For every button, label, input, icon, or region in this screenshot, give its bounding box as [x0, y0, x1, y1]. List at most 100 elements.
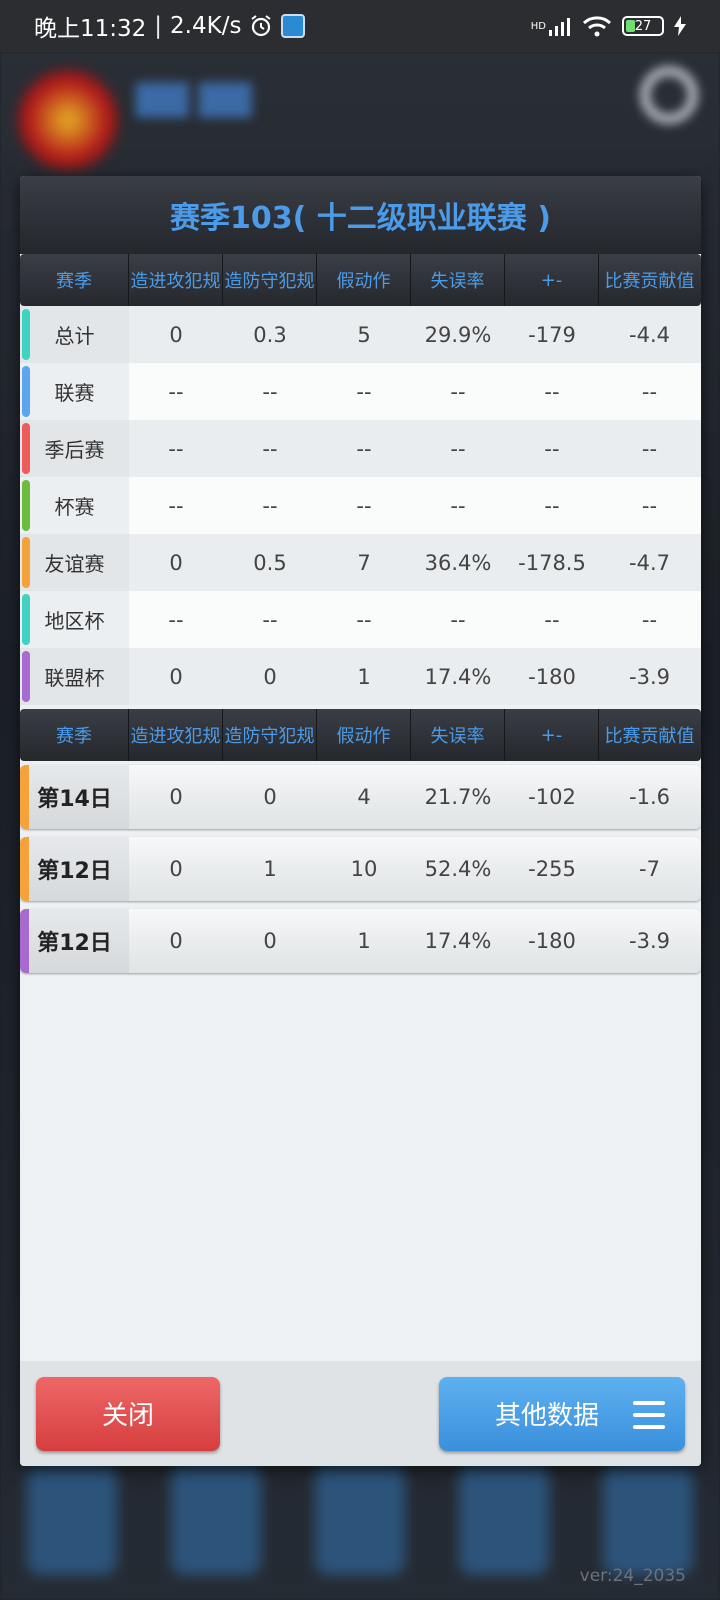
column-header[interactable]: +-	[505, 254, 599, 306]
column-header[interactable]: 造进攻犯规	[129, 254, 223, 306]
row-label: 地区杯	[44, 609, 105, 633]
cell: -180	[528, 664, 576, 689]
cell: --	[544, 379, 560, 404]
cell: --	[450, 607, 466, 632]
row-color-bar	[22, 651, 30, 702]
table-row[interactable]: 季后赛 -- -- -- -- -- --	[20, 420, 701, 477]
cell: --	[356, 436, 372, 461]
column-header[interactable]: 比赛贡献值	[599, 709, 700, 761]
table-row[interactable]: 地区杯 -- -- -- -- -- --	[20, 591, 701, 648]
cell: 7	[357, 550, 371, 575]
column-header[interactable]: 赛季	[20, 254, 129, 306]
table-row[interactable]: 联赛 -- -- -- -- -- --	[20, 363, 701, 420]
network-speed: 2.4K/s	[170, 13, 242, 39]
charging-icon	[674, 16, 686, 36]
cell: -4.4	[629, 322, 670, 347]
cell: 36.4%	[424, 550, 492, 575]
row-label: 联盟杯	[44, 666, 105, 690]
cell: 0	[169, 550, 183, 575]
row-label: 第12日	[37, 931, 112, 956]
row-color-bar	[22, 366, 30, 417]
cellular-signal-icon: HD	[531, 16, 572, 36]
column-header[interactable]: 造进攻犯规	[129, 709, 223, 761]
table-row[interactable]: 第12日 0 1 10 52.4% -255 -7	[20, 837, 701, 901]
cell: -3.9	[629, 664, 670, 689]
table-row[interactable]: 联盟杯 0 0 1 17.4% -180 -3.9	[20, 648, 701, 705]
cell: --	[262, 607, 278, 632]
background-title: ▇▇ ▇▇	[136, 78, 252, 118]
cell: --	[641, 379, 658, 404]
column-header[interactable]: 失误率	[411, 254, 505, 306]
cell: 4	[357, 785, 371, 809]
cell: --	[168, 379, 184, 404]
day-table-header: 赛季 造进攻犯规 造防守犯规 假动作 失误率 +- 比赛贡献值	[20, 709, 701, 761]
nav-icon	[459, 1465, 549, 1575]
gear-icon	[640, 66, 698, 124]
team-logo	[18, 70, 118, 170]
cell: 17.4%	[424, 929, 492, 953]
nav-icon	[315, 1465, 405, 1575]
cell: 21.7%	[424, 785, 492, 809]
column-header[interactable]: 假动作	[317, 254, 411, 306]
cell: 0	[169, 664, 183, 689]
row-color-bar	[20, 909, 29, 973]
cell: --	[641, 493, 658, 518]
row-label: 杯赛	[54, 495, 95, 519]
cell: --	[262, 379, 278, 404]
cell: --	[356, 379, 372, 404]
other-data-button[interactable]: 其他数据	[439, 1376, 685, 1451]
status-time: 晚上11:32	[34, 16, 147, 42]
cell: 0	[263, 929, 277, 953]
cell: --	[450, 379, 466, 404]
column-header[interactable]: 赛季	[20, 709, 129, 761]
nav-icon	[603, 1465, 693, 1575]
row-label: 联赛	[54, 381, 95, 405]
cell: --	[168, 607, 184, 632]
row-color-bar	[22, 423, 30, 474]
close-button[interactable]: 关闭	[36, 1376, 220, 1451]
row-label: 友谊赛	[44, 552, 105, 576]
column-header[interactable]: 造防守犯规	[223, 254, 317, 306]
column-header[interactable]: 比赛贡献值	[599, 254, 700, 306]
table-row[interactable]: 总计 0 0.3 5 29.9% -179 -4.4	[20, 306, 701, 363]
column-header[interactable]: 造防守犯规	[223, 709, 317, 761]
cell: -178.5	[518, 550, 586, 575]
dialog-header: 赛季103( 十二级职业联赛 )	[20, 176, 701, 254]
table-row[interactable]: 友谊赛 0 0.5 7 36.4% -178.5 -4.7	[20, 534, 701, 591]
table-row[interactable]: 第12日 0 0 1 17.4% -180 -3.9	[20, 909, 701, 973]
row-label: 第14日	[37, 787, 112, 812]
cell: 0.3	[253, 322, 287, 347]
cell: 52.4%	[424, 857, 492, 881]
cell: --	[356, 493, 372, 518]
table-row[interactable]: 杯赛 -- -- -- -- -- --	[20, 477, 701, 534]
cell: -4.7	[629, 550, 670, 575]
cell: --	[356, 607, 372, 632]
column-header[interactable]: 假动作	[317, 709, 411, 761]
season-table: 总计 0 0.3 5 29.9% -179 -4.4 联赛 -- -- -- -…	[20, 306, 701, 705]
row-color-bar	[22, 537, 30, 588]
cell: --	[544, 436, 560, 461]
cell: 1	[357, 929, 371, 953]
cell: --	[641, 436, 658, 461]
column-header[interactable]: +-	[505, 709, 599, 761]
cell: --	[168, 436, 184, 461]
column-header[interactable]: 失误率	[411, 709, 505, 761]
cell: 1	[263, 857, 277, 881]
cell: --	[544, 607, 560, 632]
dialog-title: 赛季103( 十二级职业联赛 )	[170, 201, 551, 236]
cell: -255	[528, 857, 576, 881]
cell: -179	[528, 322, 576, 347]
row-label: 季后赛	[44, 438, 105, 462]
table-row[interactable]: 第14日 0 0 4 21.7% -102 -1.6	[20, 765, 701, 829]
cell: 0	[169, 785, 183, 809]
cell: --	[450, 493, 466, 518]
cell: 1	[357, 664, 371, 689]
status-bar: 晚上11:32 | 2.4K/s HD 27	[0, 0, 720, 52]
row-color-bar	[22, 594, 30, 645]
stats-dialog: 赛季103( 十二级职业联赛 ) 赛季 造进攻犯规 造防守犯规 假动作 失误率 …	[20, 176, 701, 1466]
day-table: 第14日 0 0 4 21.7% -102 -1.6 第12日 0 1 10 5…	[20, 761, 701, 973]
row-label: 第12日	[37, 859, 112, 884]
row-color-bar	[22, 480, 30, 531]
menu-icon	[633, 1400, 665, 1429]
cell: --	[262, 493, 278, 518]
